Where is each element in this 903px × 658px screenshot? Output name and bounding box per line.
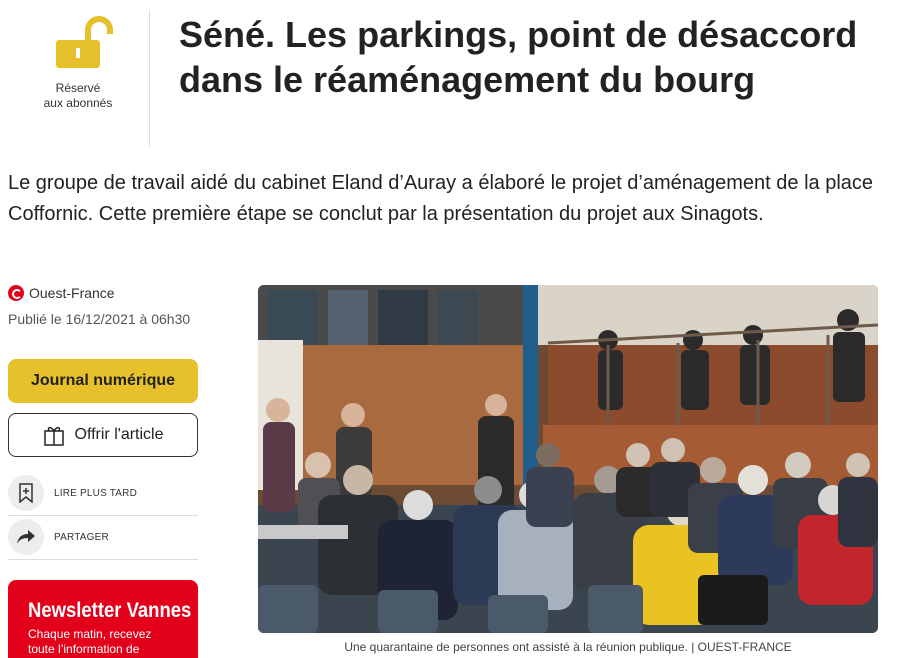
share-button[interactable]: PARTAGER [8, 515, 198, 559]
newsletter-text: Chaque matin, recevez toute l’informatio… [28, 627, 152, 656]
publish-date: Publié le 16/12/2021 à 06h30 [8, 311, 191, 327]
offer-article-button[interactable]: Offrir l'article [8, 413, 198, 457]
newsletter-box[interactable]: Newsletter Vannes Chaque matin, recevez … [8, 580, 198, 658]
photo-caption: Une quarantaine de personnes ont assisté… [344, 640, 792, 654]
unlocked-padlock-icon [56, 16, 113, 68]
gift-icon [43, 426, 64, 446]
article-title: Séné. Les parkings, point de désaccord d… [179, 14, 858, 100]
bookmark-add-icon [19, 483, 33, 503]
share-icon-wrap [8, 519, 44, 555]
share-arrow-icon [17, 530, 35, 544]
subscriber-badge: Réservé aux abonnés [0, 0, 150, 145]
source[interactable]: Ouest-France [8, 285, 115, 301]
read-later-icon-wrap [8, 475, 44, 511]
badge-label: Réservé aux abonnés [43, 81, 113, 110]
article-photo[interactable] [258, 285, 878, 633]
divider [8, 559, 198, 560]
ouest-france-logo-icon [8, 285, 24, 301]
source-name: Ouest-France [29, 285, 115, 301]
share-label: PARTAGER [54, 531, 109, 543]
read-later-label: LIRE PLUS TARD [54, 487, 138, 499]
offer-article-label: Offrir l'article [74, 426, 164, 443]
divider [149, 10, 150, 146]
journal-numerique-button[interactable]: Journal numérique [8, 359, 198, 403]
newsletter-title: Newsletter Vannes [28, 599, 192, 622]
article-lead: Le groupe de travail aidé du cabinet Ela… [8, 172, 874, 225]
read-later-button[interactable]: LIRE PLUS TARD [8, 471, 198, 515]
